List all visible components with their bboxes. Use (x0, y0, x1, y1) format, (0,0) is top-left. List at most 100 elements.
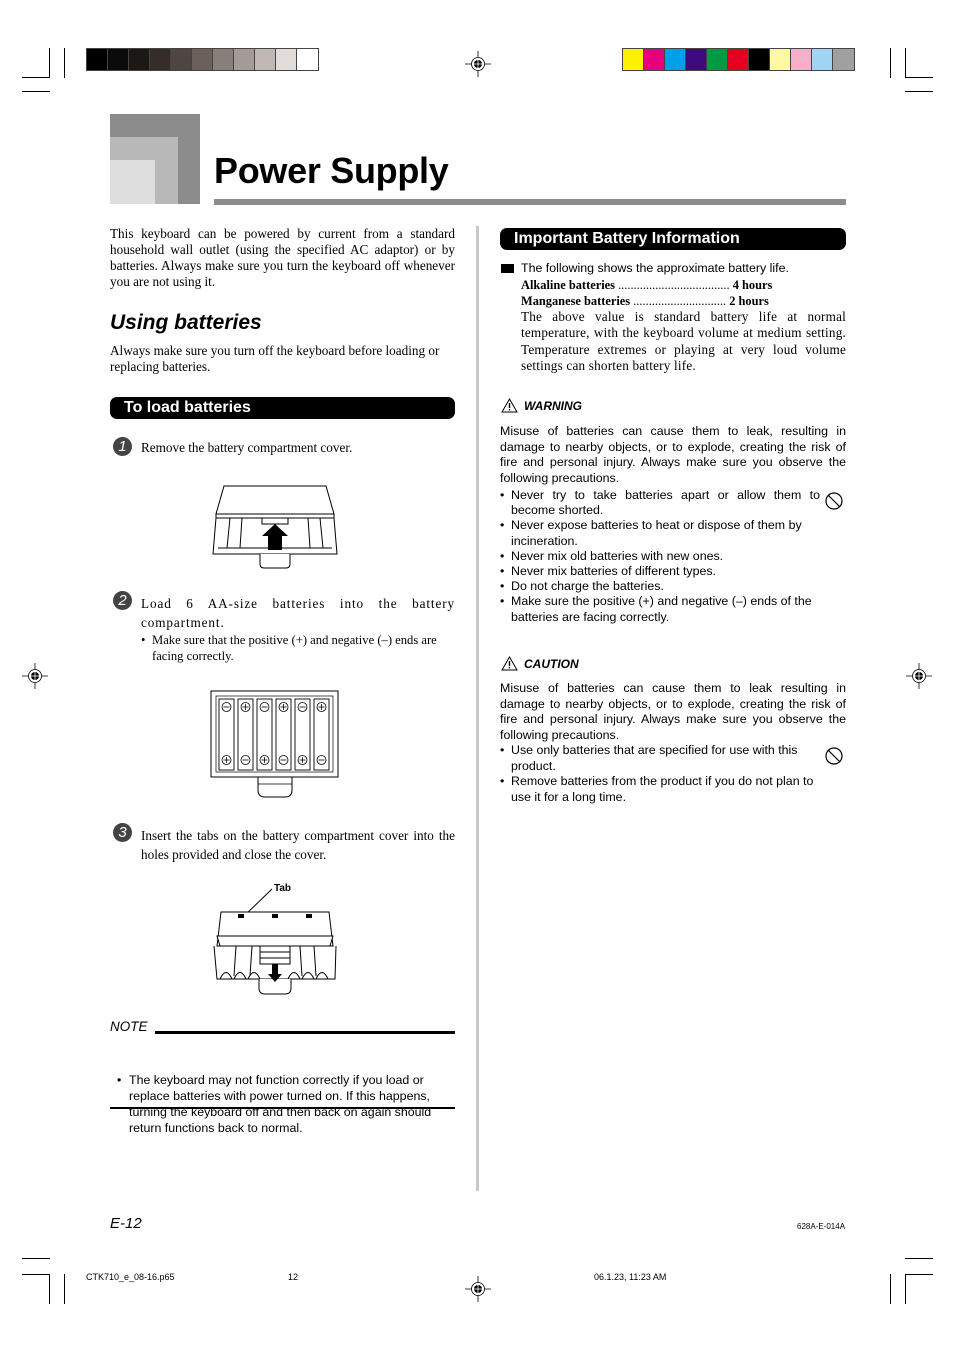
note-label: NOTE (110, 1019, 148, 1034)
using-batteries-text: Always make sure you turn off the keyboa… (110, 343, 440, 374)
color-swatch (728, 49, 749, 70)
crop-mark (905, 1274, 933, 1275)
leader-dots: .............................. (633, 294, 727, 308)
column-divider (476, 226, 479, 1191)
warning-list: Never try to take batteries apart or all… (500, 488, 820, 625)
crop-mark (22, 77, 50, 78)
warning-item: Never mix batteries of different types. (500, 564, 820, 579)
note-rule (155, 1031, 455, 1034)
battery-hours: 2 hours (729, 294, 769, 308)
caution-item: Use only batteries that are specified fo… (500, 743, 820, 774)
battery-cell (275, 698, 292, 771)
color-swatch (623, 49, 644, 70)
crop-mark (890, 1274, 891, 1304)
print-timestamp: 06.1.23, 11:23 AM (594, 1272, 667, 1282)
battery-cell (313, 698, 330, 771)
battery-type: Manganese batteries (521, 294, 631, 308)
step-number-badge: 2 (113, 591, 132, 610)
color-swatch (791, 49, 812, 70)
subsection-heading: To load batteries (110, 397, 455, 419)
crop-mark (905, 77, 933, 78)
battery-life-row: Manganese batteries ....................… (521, 293, 769, 309)
color-swatch (108, 49, 129, 70)
square-bullet-icon (501, 264, 514, 273)
crop-mark (64, 48, 65, 78)
page-number: E-12 (110, 1215, 142, 1232)
warning-item: Never expose batteries to heat or dispos… (500, 518, 820, 548)
color-swatch (833, 49, 854, 70)
crop-mark (49, 48, 50, 78)
color-swatch (192, 49, 213, 70)
color-swatch (171, 49, 192, 70)
battery-type: Alkaline batteries (521, 278, 615, 292)
crop-mark (890, 48, 891, 78)
battery-cell (256, 698, 273, 771)
color-swatch (297, 49, 318, 70)
caution-triangle-icon (501, 656, 518, 671)
color-swatch (129, 49, 150, 70)
color-swatch (644, 49, 665, 70)
title-rule (214, 199, 846, 205)
color-bar (622, 48, 855, 71)
crop-mark (905, 48, 906, 78)
file-name: CTK710_e_08-16.p65 (86, 1272, 175, 1282)
battery-cell (218, 698, 235, 771)
warning-item: Do not charge the batteries. (500, 579, 820, 594)
registration-mark-icon (465, 51, 491, 77)
crop-mark (22, 1258, 50, 1259)
warning-label: WARNING (524, 399, 582, 413)
prohibited-icon (825, 747, 843, 765)
battery-cell (237, 698, 254, 771)
warning-text: Misuse of batteries can cause them to le… (500, 424, 846, 485)
caution-list: Use only batteries that are specified fo… (500, 743, 820, 805)
crop-mark (64, 1274, 65, 1304)
step-text: Insert the tabs on the battery compartme… (141, 828, 455, 862)
color-swatch (665, 49, 686, 70)
crop-mark (905, 1258, 933, 1259)
warning-triangle-icon (501, 398, 518, 413)
battery-loading-illustration (210, 690, 339, 798)
step-number-badge: 1 (113, 437, 132, 456)
color-swatch (276, 49, 297, 70)
crop-mark (905, 91, 933, 92)
sheet-number: 12 (288, 1272, 299, 1282)
warning-item: Make sure the positive (+) and negative … (500, 594, 820, 624)
step-text: Load 6 AA-size batteries into the batter… (141, 596, 455, 630)
color-swatch (686, 49, 707, 70)
note-text: The keyboard may not function correctly … (117, 1072, 462, 1136)
color-swatch (234, 49, 255, 70)
battery-cover-removal-illustration (212, 485, 338, 569)
prohibited-icon (825, 492, 843, 510)
caution-label: CAUTION (524, 657, 579, 671)
crop-mark (22, 1274, 50, 1275)
crop-mark (905, 1274, 906, 1304)
color-swatch (812, 49, 833, 70)
registration-mark-icon (465, 1276, 491, 1302)
intro-text: This keyboard can be powered by current … (110, 226, 455, 289)
header-decoration (110, 160, 155, 204)
battery-cell (294, 698, 311, 771)
battery-hours: 4 hours (732, 278, 773, 292)
document-code: 628A-E-014A (797, 1222, 846, 1231)
battery-life-intro: The following shows the approximate batt… (521, 261, 789, 275)
battery-cover-close-illustration (213, 888, 337, 995)
color-swatch (255, 49, 276, 70)
warning-item: Never try to take batteries apart or all… (500, 488, 820, 518)
crop-mark (22, 91, 50, 92)
registration-mark-icon (22, 663, 48, 689)
color-swatch (770, 49, 791, 70)
registration-mark-icon (906, 663, 932, 689)
color-swatch (749, 49, 770, 70)
step-text: Remove the battery compartment cover. (141, 440, 353, 455)
color-swatch (213, 49, 234, 70)
caution-text: Misuse of batteries can cause them to le… (500, 681, 846, 742)
section-heading: Using batteries (110, 311, 262, 334)
color-swatch (707, 49, 728, 70)
caution-item: Remove batteries from the product if you… (500, 774, 820, 805)
color-swatch (87, 49, 108, 70)
grayscale-bar (86, 48, 319, 71)
color-swatch (150, 49, 171, 70)
battery-life-note: The above value is standard battery life… (521, 309, 846, 373)
leader-dots: .................................... (618, 278, 730, 292)
step-number-badge: 3 (113, 823, 132, 842)
